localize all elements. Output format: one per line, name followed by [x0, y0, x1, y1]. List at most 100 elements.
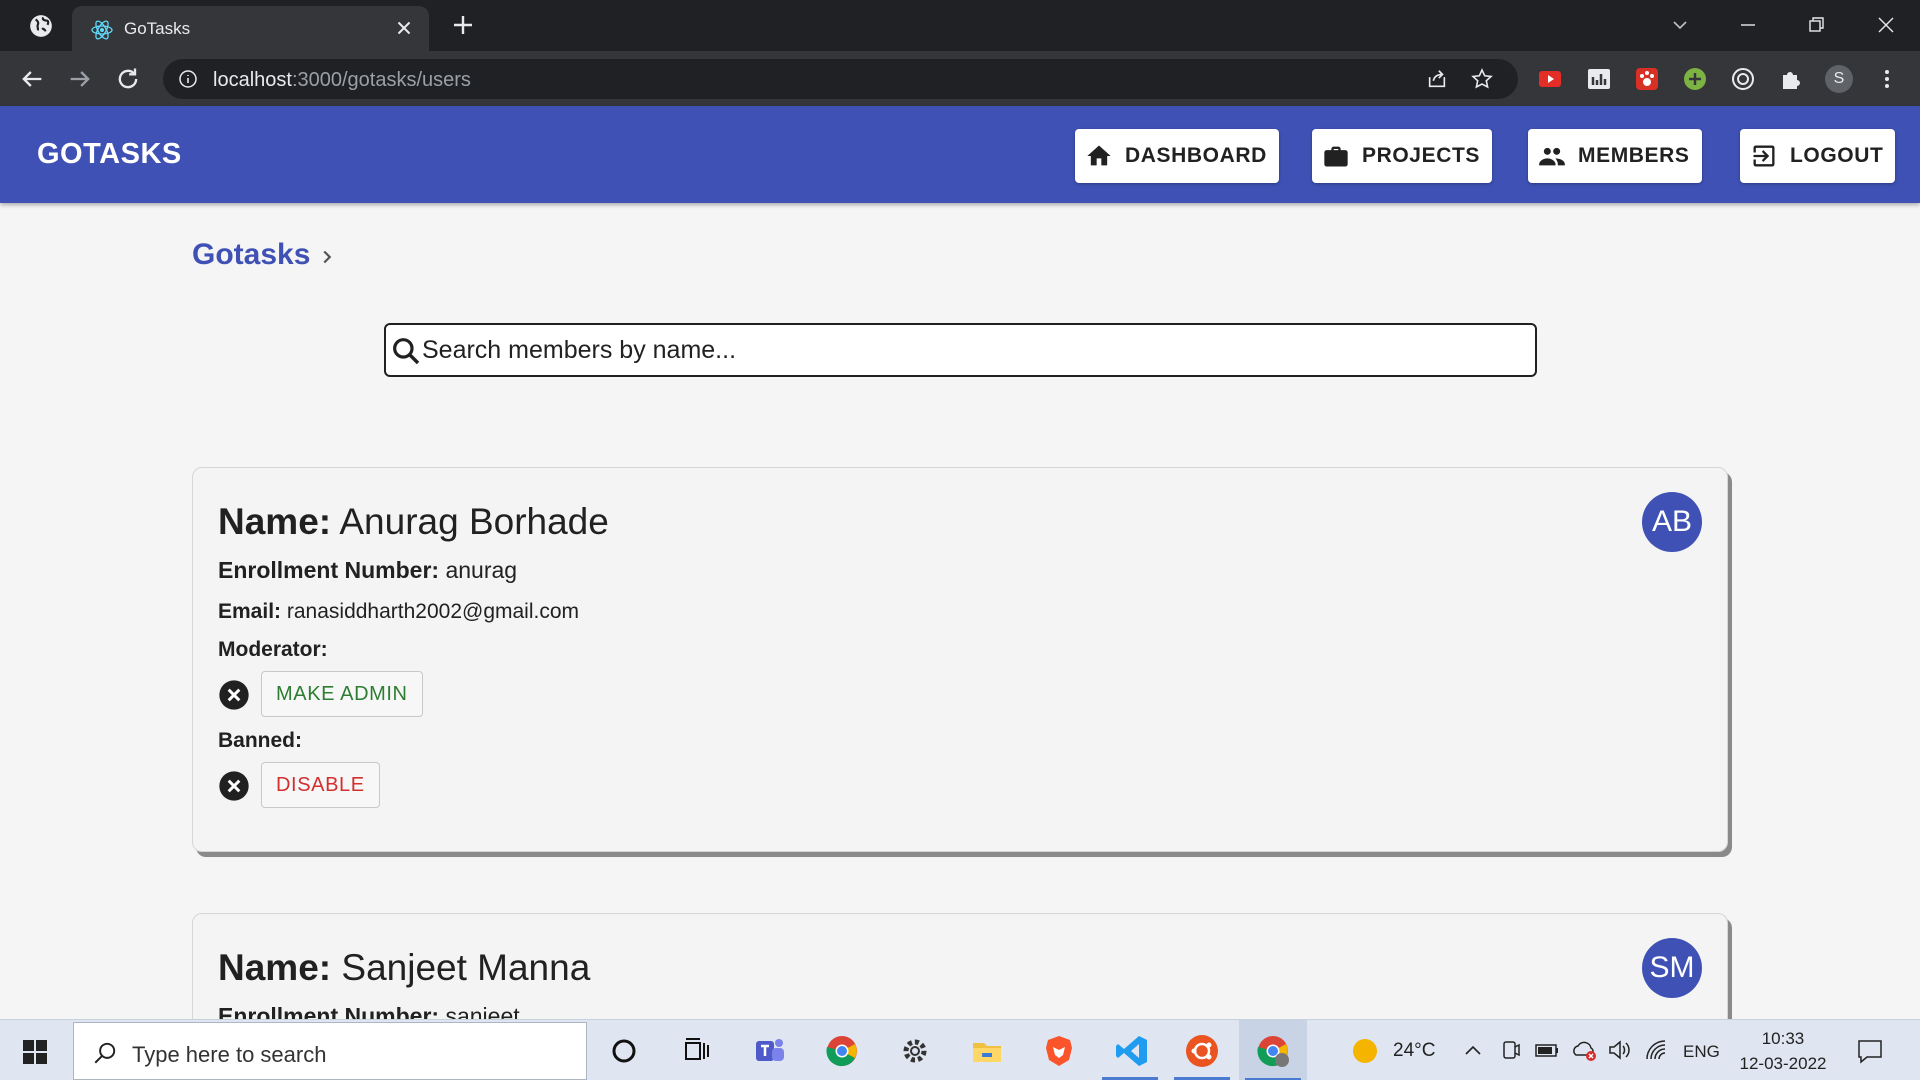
- windows-taskbar: Type here to search 24°C ENG 10:33 12-03…: [0, 1019, 1920, 1080]
- chevron-up-icon[interactable]: [1462, 1040, 1484, 1062]
- breadcrumb: Gotasks: [192, 238, 338, 272]
- meet-now-icon[interactable]: [1499, 1038, 1523, 1062]
- restore-icon[interactable]: [1801, 10, 1831, 40]
- task-view-icon[interactable]: [678, 1033, 714, 1069]
- onedrive-error-icon[interactable]: [1570, 1037, 1598, 1063]
- logout-label: LOGOUT: [1790, 144, 1884, 167]
- vscode-icon[interactable]: [1114, 1033, 1150, 1069]
- paw-extension-icon[interactable]: [1633, 65, 1661, 93]
- react-icon: [91, 20, 113, 40]
- chrome-icon[interactable]: [824, 1033, 860, 1069]
- member-search-input[interactable]: [422, 331, 1522, 369]
- member-avatar: AB: [1642, 492, 1702, 552]
- projects-button[interactable]: PROJECTS: [1312, 129, 1492, 183]
- windows-start-icon[interactable]: [22, 1039, 48, 1065]
- email-field: Email: ranasiddharth2002@gmail.com: [218, 600, 579, 624]
- url-path: :3000/gotasks/users: [291, 69, 471, 91]
- globe-icon[interactable]: [28, 13, 54, 39]
- logout-button[interactable]: LOGOUT: [1740, 129, 1896, 183]
- ubuntu-icon[interactable]: [1184, 1033, 1220, 1069]
- moderator-label: Moderator:: [218, 638, 328, 661]
- banned-false-icon: [219, 771, 249, 801]
- browser-tab[interactable]: GoTasks: [72, 6, 429, 51]
- enrollment-label: Enrollment Number:: [218, 557, 440, 583]
- name-value: Anurag Borhade: [339, 501, 609, 542]
- cortana-icon[interactable]: [606, 1033, 642, 1069]
- member-search-box: [384, 323, 1537, 377]
- browser-tab-bar: GoTasks: [0, 0, 1920, 51]
- weather-sun-icon[interactable]: [1350, 1036, 1380, 1066]
- temperature-text[interactable]: 24°C: [1393, 1040, 1435, 1062]
- url-text: localhost:3000/gotasks/users: [213, 69, 471, 92]
- youtube-extension-icon[interactable]: [1536, 65, 1564, 93]
- new-tab-icon[interactable]: [451, 13, 475, 37]
- close-tab-icon[interactable]: [393, 17, 415, 39]
- chart-extension-icon[interactable]: [1585, 65, 1613, 93]
- language-indicator[interactable]: ENG: [1683, 1042, 1720, 1062]
- name-label: Name:: [218, 501, 332, 542]
- clock-time: 10:33: [1761, 1029, 1805, 1048]
- brave-icon[interactable]: [1041, 1033, 1077, 1069]
- enrollment-value: anurag: [445, 557, 518, 583]
- projects-label: PROJECTS: [1362, 144, 1480, 167]
- moderator-false-icon: [219, 680, 249, 710]
- dashboard-label: DASHBOARD: [1125, 144, 1267, 167]
- profile-avatar[interactable]: S: [1825, 65, 1853, 93]
- taskbar-search-placeholder: Type here to search: [132, 1042, 327, 1067]
- browser-toolbar: localhost:3000/gotasks/users S: [0, 51, 1920, 106]
- moderator-field: Moderator:: [218, 638, 328, 662]
- tab-title: GoTasks: [124, 19, 191, 38]
- puzzle-extensions-icon[interactable]: [1777, 65, 1805, 93]
- enrollment-field: Enrollment Number: anurag: [218, 557, 517, 584]
- make-admin-button[interactable]: MAKE ADMIN: [261, 671, 423, 717]
- site-info-icon[interactable]: [178, 69, 198, 89]
- chrome-icon: [1257, 1036, 1289, 1067]
- email-label: Email:: [218, 600, 282, 623]
- tab-search-icon[interactable]: [1665, 10, 1695, 40]
- banned-field: Banned:: [218, 729, 302, 753]
- name-label: Name:: [218, 947, 332, 988]
- members-button[interactable]: MEMBERS: [1528, 129, 1702, 183]
- member-card: Name: Anurag Borhade AB Enrollment Numbe…: [192, 467, 1728, 852]
- target-extension-icon[interactable]: [1729, 65, 1757, 93]
- file-explorer-icon[interactable]: [969, 1033, 1005, 1069]
- breadcrumb-gotasks-link[interactable]: Gotasks: [192, 238, 310, 272]
- volume-icon[interactable]: [1606, 1037, 1632, 1063]
- browser-menu-icon[interactable]: [1873, 65, 1901, 93]
- people-icon: [1539, 147, 1565, 166]
- wifi-icon[interactable]: [1643, 1037, 1669, 1063]
- settings-gear-icon[interactable]: [897, 1033, 933, 1069]
- app-header: GOTASKS DASHBOARD PROJECTS MEMBERS LOGOU…: [0, 106, 1920, 203]
- taskbar-clock[interactable]: 10:33 12-03-2022: [1733, 1026, 1833, 1076]
- dashboard-button[interactable]: DASHBOARD: [1075, 129, 1279, 183]
- name-value: Sanjeet Manna: [341, 947, 591, 988]
- disable-button[interactable]: DISABLE: [261, 762, 380, 808]
- minimize-icon[interactable]: [1733, 10, 1763, 40]
- address-bar[interactable]: localhost:3000/gotasks/users: [163, 59, 1518, 99]
- battery-icon[interactable]: [1534, 1038, 1560, 1062]
- url-host: localhost: [213, 69, 292, 91]
- teams-icon[interactable]: [752, 1033, 788, 1069]
- chevron-right-icon: [323, 250, 332, 264]
- home-icon: [1087, 145, 1111, 166]
- search-icon: [94, 1042, 116, 1064]
- search-icon: [393, 338, 420, 365]
- members-label: MEMBERS: [1578, 144, 1690, 167]
- member-avatar: SM: [1642, 938, 1702, 998]
- banned-label: Banned:: [218, 729, 302, 752]
- notification-center-icon[interactable]: [1855, 1036, 1885, 1066]
- back-icon[interactable]: [18, 65, 46, 93]
- taskbar-search-box[interactable]: Type here to search: [73, 1022, 587, 1080]
- bookmark-star-icon[interactable]: [1470, 67, 1494, 91]
- close-window-icon[interactable]: [1871, 10, 1901, 40]
- forward-icon[interactable]: [66, 65, 94, 93]
- brand-title[interactable]: GOTASKS: [37, 138, 182, 171]
- plus-extension-icon[interactable]: [1681, 65, 1709, 93]
- briefcase-icon: [1324, 146, 1348, 167]
- member-name: Name: Anurag Borhade: [218, 501, 609, 543]
- reload-icon[interactable]: [114, 65, 142, 93]
- clock-date: 12-03-2022: [1739, 1054, 1827, 1073]
- share-icon[interactable]: [1426, 68, 1448, 90]
- logout-icon: [1753, 145, 1775, 167]
- chrome-profile-taskbar-button[interactable]: [1239, 1020, 1307, 1080]
